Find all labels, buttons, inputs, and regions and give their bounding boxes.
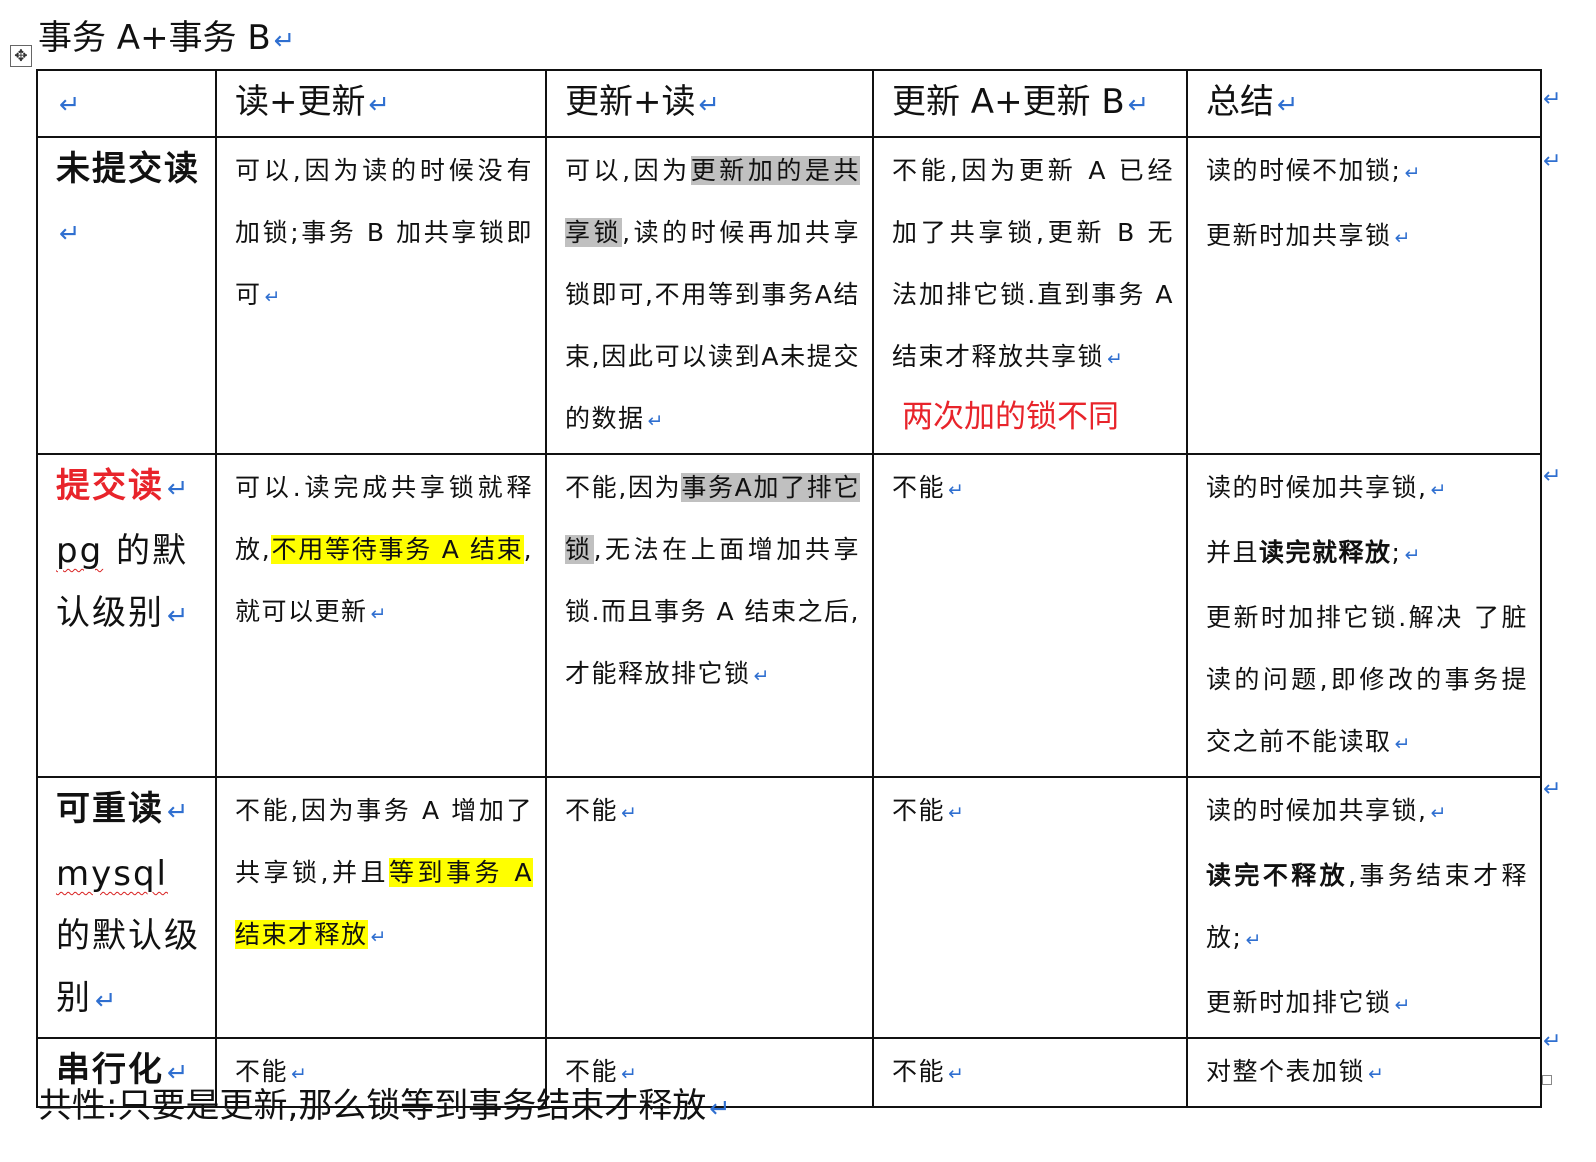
return-mark-icon: ↵: [948, 480, 966, 501]
cell-read-committed-update-update[interactable]: 不能 ↵: [872, 453, 1188, 778]
footer-note: 共性:只要是更新,那么锁等到事务结束才释放 ↵: [38, 1082, 731, 1133]
return-mark-icon: ↵: [1368, 1064, 1386, 1085]
header-cell-read-update[interactable]: 读+更新 ↵: [215, 69, 547, 138]
return-mark-icon: ↵: [698, 90, 720, 120]
cell-read-committed-summary[interactable]: 读的时候加共享锁, ↵ 并且读完就释放; ↵ 更新时加排它锁.解决 了脏读的问题,即修改…: [1186, 453, 1542, 778]
red-annotation: 两次加的锁不同: [902, 399, 1119, 435]
header-cell-corner[interactable]: ↵: [36, 69, 217, 138]
return-mark-icon: ↵: [1277, 90, 1299, 120]
return-mark-icon: ↵: [1245, 930, 1263, 951]
return-mark-icon: ↵: [167, 601, 191, 631]
cell-repeatable-read-read-update[interactable]: 不能,因为事务 A 增加了共享锁,并且等到事务 A 结束才释放 ↵: [215, 776, 547, 1039]
return-mark-icon: ↵: [95, 986, 119, 1016]
cell-repeatable-read-summary[interactable]: 读的时候加共享锁, ↵ 读完不释放,事务结束才释放; ↵ 更新时加排它锁 ↵: [1186, 776, 1542, 1039]
return-mark-icon: ↵: [1127, 90, 1150, 120]
return-mark-icon: ↵: [1394, 995, 1412, 1016]
cell-read-uncommitted-update-read[interactable]: 可以,因为更新加的是共享锁,读的时候再加共享锁即可,不用等到事务A结束,因此可以…: [545, 136, 874, 455]
cell-repeatable-read-update-read[interactable]: 不能 ↵: [545, 776, 874, 1039]
row-end-mark-icon: ↵: [1543, 777, 1562, 802]
row-end-mark-icon: ↵: [1543, 87, 1562, 112]
header-cell-update-update[interactable]: 更新 A+更新 B ↵: [872, 69, 1188, 138]
table-row-read-committed: 提交读 ↵ pg 的默认级别 ↵ 可以.读完成共享锁就释放,不用等待事务 A 结束,就…: [36, 453, 1542, 778]
row-label-repeatable-read[interactable]: 可重读 ↵ mysql 的默认级别 ↵: [36, 776, 217, 1039]
return-mark-icon: ↵: [647, 411, 665, 432]
table-row-read-uncommitted: 未提交读↵ 可以,因为读的时候没有加锁;事务 B 加共享锁即可 ↵ 可以,因为更新…: [36, 136, 1542, 455]
return-mark-icon: ↵: [948, 1064, 966, 1085]
return-mark-icon: ↵: [59, 219, 83, 249]
return-mark-icon: ↵: [370, 927, 388, 948]
cell-serializable-summary[interactable]: 对整个表加锁 ↵: [1186, 1037, 1542, 1108]
title-text: 事务 A+事务 B: [38, 18, 271, 58]
cell-read-uncommitted-update-update[interactable]: 不能,因为更新 A 已经加了共享锁,更新 B 无法加排它锁.直到事务 A 结束才…: [872, 136, 1188, 455]
footer-text: 共性:只要是更新,那么锁等到事务结束才释放: [38, 1086, 707, 1126]
yellow-highlight: 不用等待事务 A 结束: [271, 535, 524, 564]
isolation-level-table: ↵ 读+更新 ↵ 更新+读 ↵ 更新 A+更新 B ↵ 总结 ↵ 未提交读↵ 可以,因为…: [36, 69, 1542, 1108]
header-cell-update-read[interactable]: 更新+读 ↵: [545, 69, 874, 138]
row-end-mark-icon: ↵: [1543, 149, 1562, 174]
cell-read-committed-read-update[interactable]: 可以.读完成共享锁就释放,不用等待事务 A 结束,就可以更新 ↵: [215, 453, 547, 778]
return-mark-icon: ↵: [1430, 480, 1448, 501]
table-resize-handle[interactable]: [1542, 1075, 1552, 1085]
return-mark-icon: ↵: [1404, 163, 1422, 184]
table-move-handle-icon[interactable]: ✥: [10, 45, 32, 67]
document-title: 事务 A+事务 B ↵: [38, 14, 295, 65]
row-end-mark-icon: ↵: [1543, 1029, 1562, 1054]
return-mark-icon: ↵: [368, 90, 390, 120]
table-header-row: ↵ 读+更新 ↵ 更新+读 ↵ 更新 A+更新 B ↵ 总结 ↵: [36, 69, 1542, 138]
return-mark-icon: ↵: [621, 803, 639, 824]
return-mark-icon: ↵: [264, 287, 282, 308]
cell-serializable-update-update[interactable]: 不能 ↵: [872, 1037, 1188, 1108]
return-mark-icon: ↵: [1430, 803, 1448, 824]
return-mark-icon: ↵: [1394, 228, 1412, 249]
return-mark-icon: ↵: [1404, 545, 1422, 566]
header-cell-summary[interactable]: 总结 ↵: [1186, 69, 1542, 138]
table-row-repeatable-read: 可重读 ↵ mysql 的默认级别 ↵ 不能,因为事务 A 增加了共享锁,并且等到事务…: [36, 776, 1542, 1039]
return-mark-icon: ↵: [1107, 349, 1125, 370]
cell-read-committed-update-read[interactable]: 不能,因为事务A加了排它锁,无法在上面增加共享锁.而且事务 A 结束之后,才能释…: [545, 453, 874, 778]
cell-repeatable-read-update-update[interactable]: 不能 ↵: [872, 776, 1188, 1039]
return-mark-icon: ↵: [753, 666, 771, 687]
cell-read-uncommitted-read-update[interactable]: 可以,因为读的时候没有加锁;事务 B 加共享锁即可 ↵: [215, 136, 547, 455]
return-mark-icon: ↵: [167, 474, 191, 504]
row-label-read-committed[interactable]: 提交读 ↵ pg 的默认级别 ↵: [36, 453, 217, 778]
cell-read-uncommitted-summary[interactable]: 读的时候不加锁; ↵ 更新时加共享锁 ↵: [1186, 136, 1542, 455]
row-end-mark-icon: ↵: [1543, 464, 1562, 489]
return-mark-icon: ↵: [273, 26, 296, 56]
return-mark-icon: ↵: [167, 797, 191, 827]
mysql-word: mysql: [56, 854, 168, 894]
return-mark-icon: ↵: [59, 90, 81, 120]
row-label-read-uncommitted[interactable]: 未提交读↵: [36, 136, 217, 455]
return-mark-icon: ↵: [1394, 734, 1412, 755]
return-mark-icon: ↵: [948, 803, 966, 824]
return-mark-icon: ↵: [709, 1094, 731, 1124]
return-mark-icon: ↵: [370, 604, 388, 625]
pg-word: pg: [56, 531, 104, 571]
